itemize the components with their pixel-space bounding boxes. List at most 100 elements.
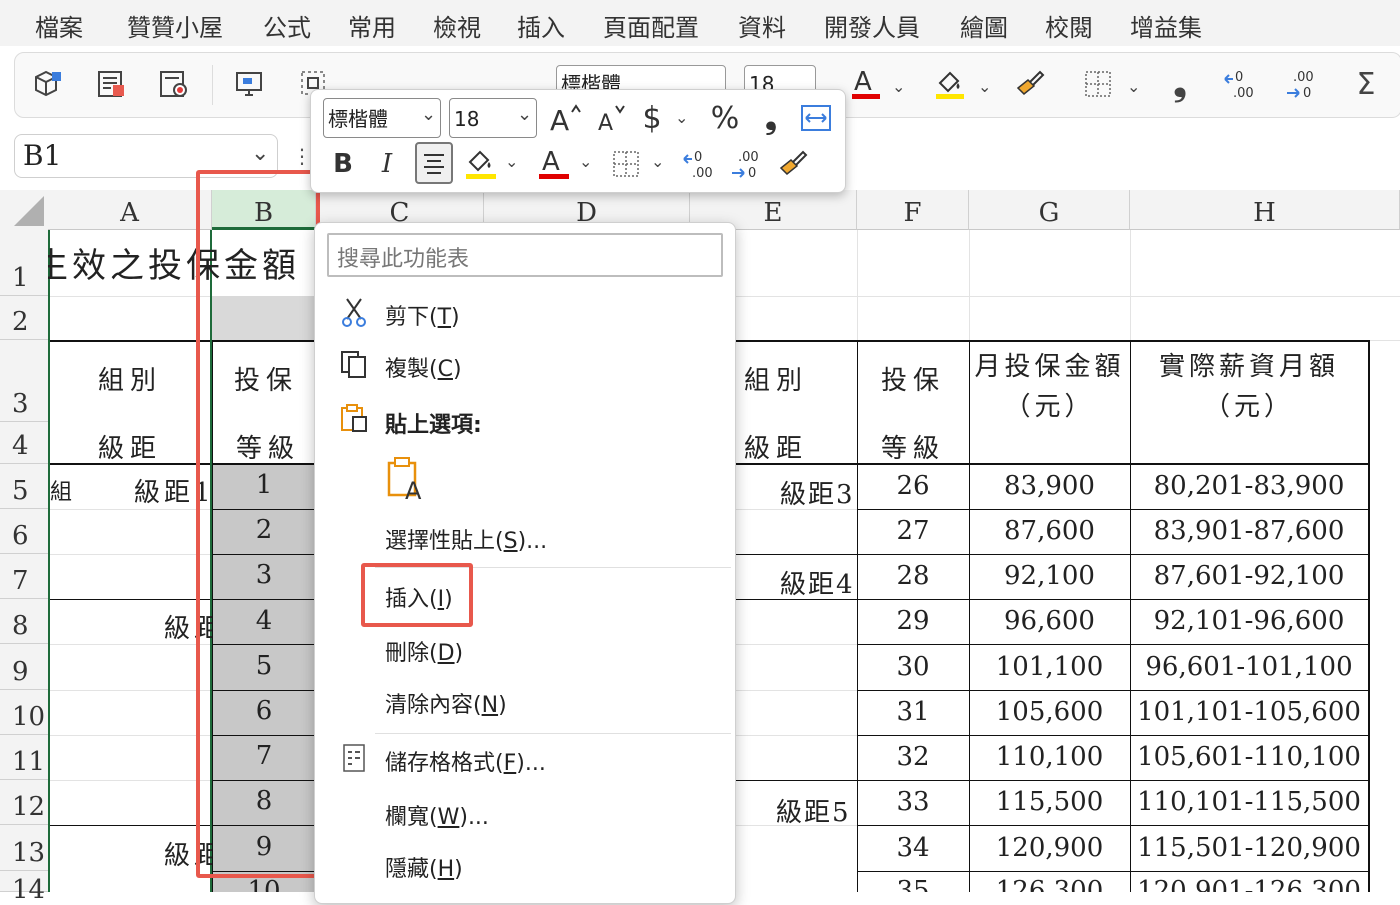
row-header-7[interactable]: 7 [0,554,48,599]
header-bracket-left[interactable]: 級距 [48,428,212,465]
cell-g13[interactable]: 120,900 [969,833,1130,863]
cell-e5-bracket[interactable]: 級距3 [780,474,857,511]
cell-f11[interactable]: 32 [857,742,969,772]
menu-page-layout[interactable]: 頁面配置 [603,8,699,43]
cell-g14[interactable]: 126,300 [969,876,1130,892]
3d-box-icon[interactable] [31,67,65,101]
cell-h13[interactable]: 115,501-120,900 [1130,833,1368,863]
header-group-right[interactable]: 組別 [744,360,857,397]
header-group-left[interactable]: 組別 [48,360,212,397]
cell-f5[interactable]: 26 [857,471,969,501]
mini-font-color-icon[interactable]: A [537,144,571,184]
column-header-g[interactable]: G [969,190,1130,230]
autosum-icon[interactable]: Σ [1349,67,1383,102]
cell-g5[interactable]: 83,900 [969,471,1130,501]
menu-zanzan[interactable]: 贊贊小屋 [127,8,223,43]
cell-h10[interactable]: 101,101-105,600 [1130,697,1368,727]
menu-copy[interactable]: 複製(C) [385,351,462,383]
cell-g10[interactable]: 105,600 [969,697,1130,727]
format-painter-icon[interactable] [1013,67,1047,101]
borders-chevron-down-icon[interactable]: ⌄ [1127,77,1140,96]
cell-a5-group[interactable]: 組 [50,474,90,506]
cell-h9[interactable]: 96,601-101,100 [1130,652,1368,682]
mini-borders-icon[interactable] [609,146,643,182]
cell-f6[interactable]: 27 [857,516,969,546]
cell-f8[interactable]: 29 [857,606,969,636]
row-header-8[interactable]: 8 [0,599,48,644]
cell-g6[interactable]: 87,600 [969,516,1130,546]
mini-fill-color-chevron-down-icon[interactable]: ⌄ [505,152,518,171]
row-header-12[interactable]: 12 [0,780,48,825]
cell-g7[interactable]: 92,100 [969,561,1130,591]
fill-color-chevron-down-icon[interactable]: ⌄ [978,77,991,96]
menu-addins[interactable]: 增益集 [1130,8,1202,43]
increase-decimal-icon[interactable]: 0.00 [1223,67,1257,101]
paste-keep-text-icon[interactable]: A [385,455,429,505]
mini-font-name-chevron-down-icon[interactable]: ⌄ [421,104,436,125]
row-header-11[interactable]: 11 [0,735,48,780]
row-header-14[interactable]: 14 [0,871,48,905]
menu-insert[interactable]: 插入 [517,8,565,43]
comma-style-icon[interactable]: ❟ [1163,64,1197,104]
mini-increase-decimal-icon[interactable]: 0.00 [681,144,717,184]
row-header-5[interactable]: 5 [0,464,48,509]
column-header-a[interactable]: A [48,190,212,230]
fill-color-icon[interactable] [933,67,967,101]
cell-h7[interactable]: 87,601-92,100 [1130,561,1368,591]
menu-column-width[interactable]: 欄寬(W)... [385,799,489,831]
bold-icon[interactable]: B [329,146,357,182]
record-icon[interactable] [157,67,191,101]
header-monthly-amount-line1[interactable]: 月投保金額 [969,346,1130,383]
cell-g12[interactable]: 115,500 [969,787,1130,817]
mini-decrease-decimal-icon[interactable]: .00 0 [729,144,765,184]
row-header-3[interactable]: 3 [0,340,48,422]
currency-icon[interactable]: $ [637,100,667,136]
row-header-9[interactable]: 9 [0,644,48,690]
menu-delete[interactable]: 刪除(D) [385,635,463,667]
mini-fill-color-icon[interactable] [463,144,499,184]
menu-home[interactable]: 常用 [348,8,396,43]
header-insured-right[interactable]: 投保 [857,360,969,397]
cell-h12[interactable]: 110,101-115,500 [1130,787,1368,817]
select-all-corner[interactable] [0,190,48,230]
mini-font-color-chevron-down-icon[interactable]: ⌄ [579,152,592,171]
cell-h8[interactable]: 92,101-96,600 [1130,606,1368,636]
header-salary-line2[interactable]: （元） [1130,386,1368,423]
cell-f10[interactable]: 31 [857,697,969,727]
row-header-13[interactable]: 13 [0,825,48,871]
decrease-font-size-icon[interactable]: A [593,100,629,136]
cell-g8[interactable]: 96,600 [969,606,1130,636]
cell-f9[interactable]: 30 [857,652,969,682]
row-header-4[interactable]: 4 [0,422,48,464]
cell-h11[interactable]: 105,601-110,100 [1130,742,1368,772]
cell-f14[interactable]: 35 [857,876,969,892]
menu-draw[interactable]: 繪圖 [960,8,1008,43]
cell-e12-bracket[interactable]: 級距5 [776,792,857,829]
cell-f13[interactable]: 34 [857,833,969,863]
decrease-decimal-icon[interactable]: .00 0 [1285,67,1319,101]
name-box-chevron-down-icon[interactable]: ⌄ [251,141,269,166]
merge-center-icon[interactable] [799,100,833,136]
column-header-h[interactable]: H [1130,190,1400,230]
context-menu-search-box[interactable]: 搜尋此功能表 [327,233,723,277]
cell-h14[interactable]: 120,901-126,300 [1130,876,1368,892]
increase-font-size-icon[interactable]: A [547,100,583,136]
menu-format-cells[interactable]: 儲存格格式(F)... [385,745,546,777]
menu-clear-contents[interactable]: 清除內容(N) [385,687,507,719]
row-header-10[interactable]: 10 [0,690,48,735]
mini-format-painter-icon[interactable] [775,144,811,184]
header-salary-line1[interactable]: 實際薪資月額 [1130,346,1368,383]
header-monthly-amount-line2[interactable]: （元） [969,386,1130,423]
menu-hide[interactable]: 隱藏(H) [385,851,463,883]
italic-icon[interactable]: I [373,146,401,182]
menu-cut[interactable]: 剪下(T) [385,299,460,331]
menu-file[interactable]: 檔案 [35,8,83,43]
menu-paste-special[interactable]: 選擇性貼上(S)... [385,523,547,555]
header-bracket-right[interactable]: 級距 [744,428,857,465]
menu-formulas[interactable]: 公式 [263,8,311,43]
cell-e7-bracket[interactable]: 級距4 [780,564,857,601]
header-level-right[interactable]: 等級 [857,428,969,465]
cell-b14[interactable]: 10 [212,876,316,892]
row-header-1[interactable]: 1 [0,230,48,296]
cell-h5[interactable]: 80,201-83,900 [1130,471,1368,501]
